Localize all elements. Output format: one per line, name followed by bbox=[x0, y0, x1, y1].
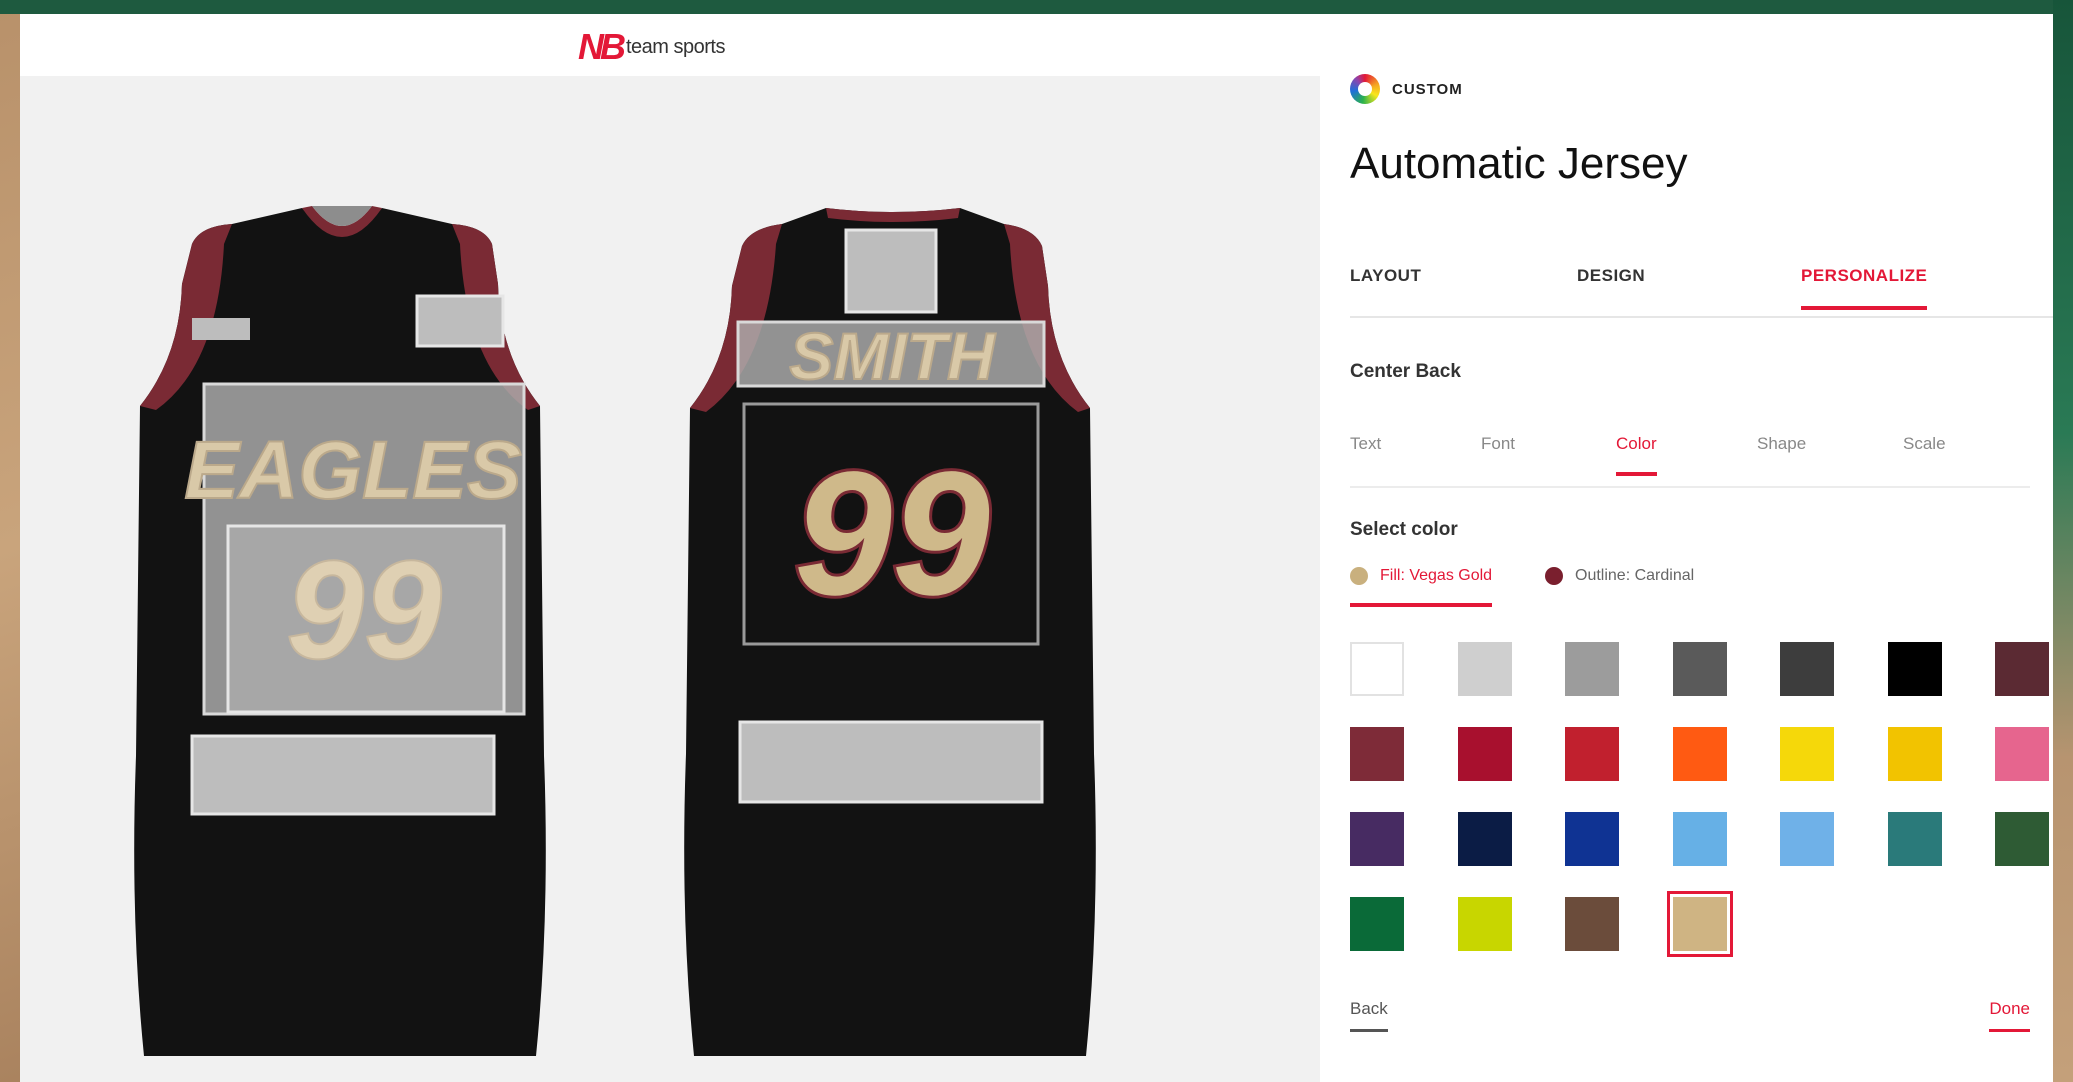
jersey-preview: EAGLES 99 SMITH 99 bbox=[20, 76, 1320, 1082]
color-swatch[interactable] bbox=[1780, 642, 1834, 696]
front-bottom-panel bbox=[190, 734, 496, 816]
color-swatch[interactable] bbox=[1565, 642, 1619, 696]
jersey-back[interactable]: SMITH 99 bbox=[670, 194, 1110, 1074]
brand-logo[interactable]: NB team sports bbox=[578, 26, 725, 68]
subtab-font[interactable]: Font bbox=[1481, 434, 1515, 472]
color-swatch[interactable] bbox=[1672, 727, 1727, 781]
nb-logo-mark: NB bbox=[578, 26, 626, 67]
jersey-front[interactable]: EAGLES 99 bbox=[120, 196, 560, 1076]
fill-color-dot bbox=[1350, 567, 1368, 585]
header-bar: NB team sports bbox=[20, 14, 1320, 76]
color-swatch[interactable] bbox=[1887, 727, 1942, 781]
sub-tabs: Text Font Color Shape Scale bbox=[1350, 424, 2030, 488]
back-number-text: 99 bbox=[794, 436, 990, 632]
background-top-band bbox=[0, 0, 2073, 14]
color-swatch[interactable] bbox=[1457, 727, 1512, 781]
color-swatch[interactable] bbox=[1350, 812, 1404, 866]
tab-layout[interactable]: LAYOUT bbox=[1350, 266, 1421, 306]
color-target-selector: Fill: Vegas Gold Outline: Cardinal bbox=[1350, 559, 2030, 609]
outline-color-option[interactable]: Outline: Cardinal bbox=[1545, 567, 1694, 603]
color-swatch[interactable] bbox=[1457, 897, 1512, 951]
fill-color-label: Fill: Vegas Gold bbox=[1380, 567, 1493, 584]
main-tabs: LAYOUT DESIGN PERSONALIZE bbox=[1350, 254, 2053, 318]
outline-color-dot bbox=[1545, 567, 1563, 585]
customizer-app: NB team sports EAGLES 99 SMITH 99 CUSTOM… bbox=[20, 14, 2053, 1082]
front-team-text: EAGLES bbox=[184, 425, 521, 516]
color-swatch[interactable] bbox=[1672, 812, 1727, 866]
background-right-edge bbox=[2053, 0, 2073, 1082]
subtab-shape[interactable]: Shape bbox=[1757, 434, 1806, 472]
color-swatch[interactable] bbox=[1350, 727, 1404, 781]
select-color-title: Select color bbox=[1350, 519, 1458, 540]
front-logo-patch bbox=[192, 318, 250, 340]
color-swatch[interactable] bbox=[1672, 642, 1727, 696]
color-swatch[interactable] bbox=[1995, 642, 2049, 696]
tab-design[interactable]: DESIGN bbox=[1577, 266, 1645, 306]
color-swatch[interactable] bbox=[1565, 897, 1619, 951]
panel-footer: Back Done bbox=[1350, 999, 2030, 1039]
custom-color-wheel-icon bbox=[1350, 74, 1380, 104]
back-bottom-panel bbox=[738, 720, 1044, 804]
custom-brand: CUSTOM bbox=[1350, 74, 1463, 104]
color-swatch[interactable] bbox=[1666, 891, 1733, 957]
back-button[interactable]: Back bbox=[1350, 999, 1388, 1032]
color-swatch[interactable] bbox=[1995, 812, 2049, 866]
customization-panel: CUSTOM Automatic Jersey LAYOUT DESIGN PE… bbox=[1320, 14, 2053, 1082]
subtab-scale[interactable]: Scale bbox=[1903, 434, 1946, 472]
color-swatch[interactable] bbox=[1565, 812, 1619, 866]
color-swatch[interactable] bbox=[1350, 897, 1404, 951]
product-title: Automatic Jersey bbox=[1350, 139, 1688, 188]
color-swatch[interactable] bbox=[1780, 812, 1834, 866]
color-swatch[interactable] bbox=[1457, 642, 1512, 696]
subtab-color[interactable]: Color bbox=[1616, 434, 1657, 476]
color-swatch[interactable] bbox=[1457, 812, 1512, 866]
front-number-text: 99 bbox=[286, 531, 442, 688]
color-swatch[interactable] bbox=[1350, 642, 1404, 696]
back-neck-patch bbox=[844, 228, 938, 314]
color-swatch[interactable] bbox=[1887, 642, 1942, 696]
back-name-text: SMITH bbox=[789, 319, 996, 393]
done-button[interactable]: Done bbox=[1989, 999, 2030, 1032]
color-swatch[interactable] bbox=[1780, 727, 1834, 781]
outline-color-label: Outline: Cardinal bbox=[1575, 567, 1695, 584]
custom-label: CUSTOM bbox=[1392, 80, 1463, 98]
color-swatch[interactable] bbox=[1995, 727, 2049, 781]
fill-color-option[interactable]: Fill: Vegas Gold bbox=[1350, 567, 1493, 607]
color-swatch[interactable] bbox=[1565, 727, 1619, 781]
logo-text: team sports bbox=[626, 35, 725, 58]
section-title: Center Back bbox=[1350, 361, 1461, 382]
front-chest-patch bbox=[415, 294, 505, 348]
tab-personalize[interactable]: PERSONALIZE bbox=[1801, 266, 1928, 310]
subtab-text[interactable]: Text bbox=[1350, 434, 1381, 472]
color-swatch[interactable] bbox=[1887, 812, 1942, 866]
